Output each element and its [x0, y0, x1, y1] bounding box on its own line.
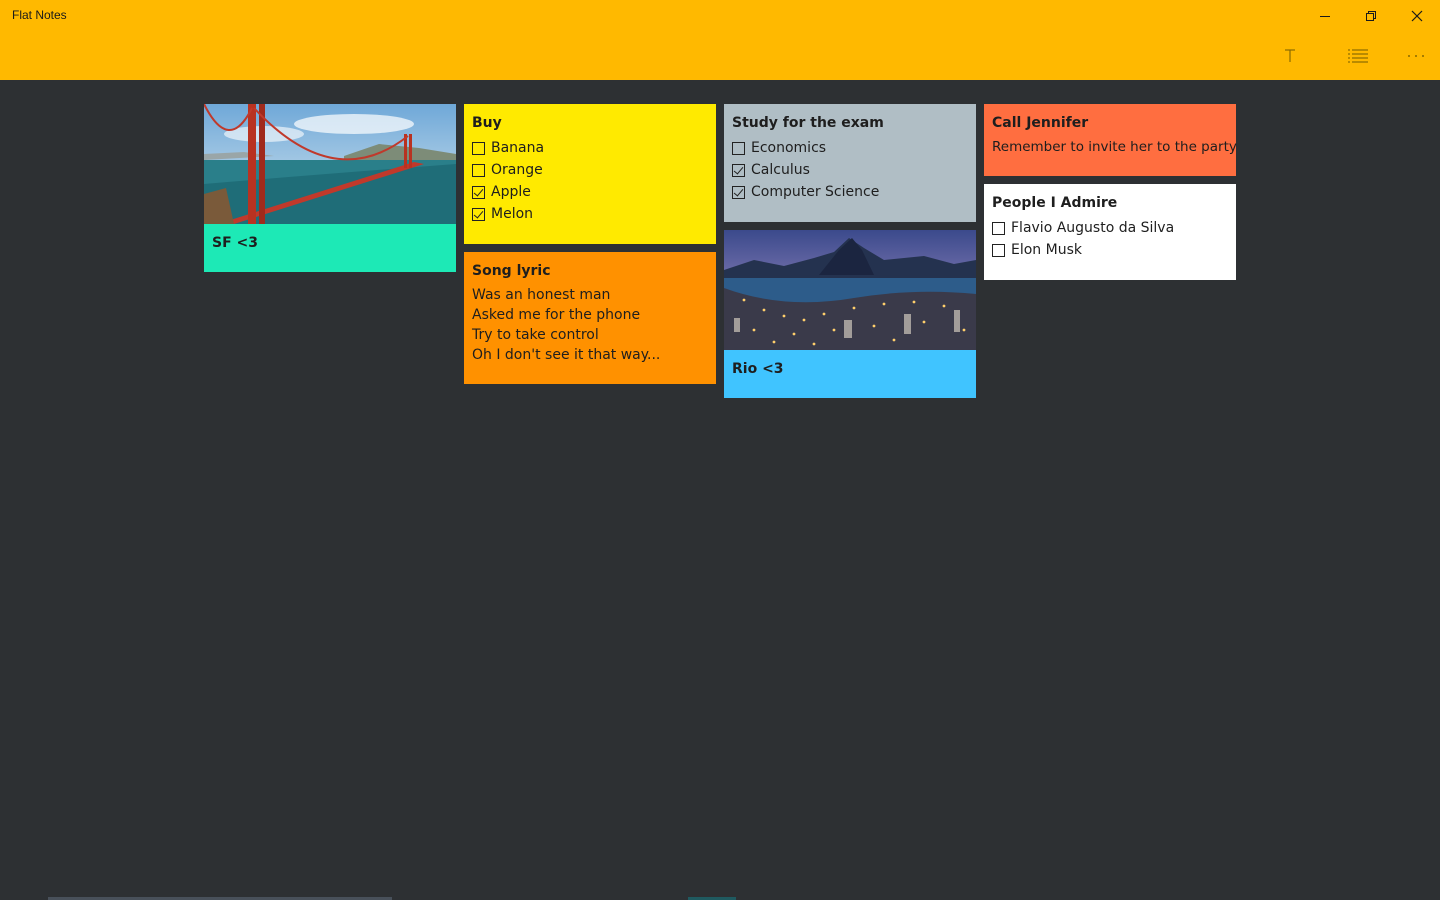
checklist-item: Flavio Augusto da Silva	[992, 217, 1228, 239]
minimize-icon	[1320, 16, 1330, 17]
checklist-item: Apple	[472, 181, 708, 203]
note-buy[interactable]: Buy Banana Orange Apple Melon	[464, 104, 716, 244]
checklist-item: Economics	[732, 137, 968, 159]
checkbox-checked[interactable]	[732, 163, 745, 177]
checklist-item: Calculus	[732, 159, 968, 181]
restore-button[interactable]	[1348, 0, 1394, 32]
checklist-item: Banana	[472, 137, 708, 159]
checkbox-checked[interactable]	[732, 185, 745, 199]
more-options-button[interactable]	[1396, 40, 1436, 72]
title-bar: Flat Notes	[0, 0, 1440, 80]
checklist-item: Elon Musk	[992, 239, 1228, 261]
note-text-line: Was an honest man	[472, 287, 611, 303]
checklist-item-label: Flavio Augusto da Silva	[1011, 220, 1175, 236]
note-study[interactable]: Study for the exam Economics Calculus Co…	[724, 104, 976, 222]
checklist-item-label: Economics	[751, 140, 827, 156]
checklist-item: Orange	[472, 159, 708, 181]
checklist-item-label: Banana	[491, 140, 545, 156]
checklist-item-label: Melon	[491, 206, 534, 222]
note-people-i-admire[interactable]: People I Admire Flavio Augusto da Silva …	[984, 184, 1236, 280]
checkbox[interactable]	[472, 141, 485, 155]
note-title: SF <3	[212, 235, 258, 251]
note-text-line: Remember to invite her to the party	[992, 139, 1237, 155]
note-text-line: Oh I don't see it that way...	[472, 347, 661, 363]
note-title: Song lyric	[472, 263, 551, 279]
checklist-item: Melon	[472, 203, 708, 225]
note-call-jennifer[interactable]: Call Jennifer Remember to invite her to …	[984, 104, 1237, 176]
rio-de-janeiro-photo	[724, 230, 976, 350]
more-icon	[1408, 55, 1424, 57]
close-button[interactable]	[1394, 0, 1440, 32]
checkbox[interactable]	[732, 141, 745, 155]
golden-gate-bridge-photo	[204, 104, 456, 224]
note-rio[interactable]: Rio <3	[724, 230, 976, 398]
text-format-button[interactable]	[1270, 40, 1310, 72]
checklist-item-label: Apple	[491, 184, 531, 200]
checkbox-checked[interactable]	[472, 185, 485, 199]
minimize-button[interactable]	[1302, 0, 1348, 32]
checkbox[interactable]	[992, 221, 1005, 235]
checklist-item-label: Orange	[491, 162, 543, 178]
checklist-item-label: Calculus	[751, 162, 810, 178]
note-song-lyric[interactable]: Song lyric Was an honest man Asked me fo…	[464, 252, 716, 384]
checkbox[interactable]	[992, 243, 1005, 257]
list-view-button[interactable]	[1338, 40, 1378, 72]
checklist-item: Computer Science	[732, 181, 968, 203]
checkbox[interactable]	[472, 163, 485, 177]
checkbox-checked[interactable]	[472, 207, 485, 221]
checklist-item-label: Elon Musk	[1011, 242, 1082, 258]
text-format-icon	[1285, 49, 1295, 62]
close-icon	[1411, 10, 1423, 22]
restore-icon	[1366, 11, 1376, 21]
app-title: Flat Notes	[12, 8, 67, 22]
note-sf[interactable]: SF <3	[204, 104, 456, 272]
note-title: Rio <3	[732, 361, 784, 377]
checklist-item-label: Computer Science	[751, 184, 880, 200]
note-title: Study for the exam	[732, 115, 884, 131]
note-title: Call Jennifer	[992, 115, 1089, 131]
note-text-line: Asked me for the phone	[472, 307, 641, 323]
list-icon	[1348, 49, 1368, 63]
note-title: People I Admire	[992, 195, 1118, 211]
note-title: Buy	[472, 115, 502, 131]
note-text-line: Try to take control	[472, 327, 599, 343]
